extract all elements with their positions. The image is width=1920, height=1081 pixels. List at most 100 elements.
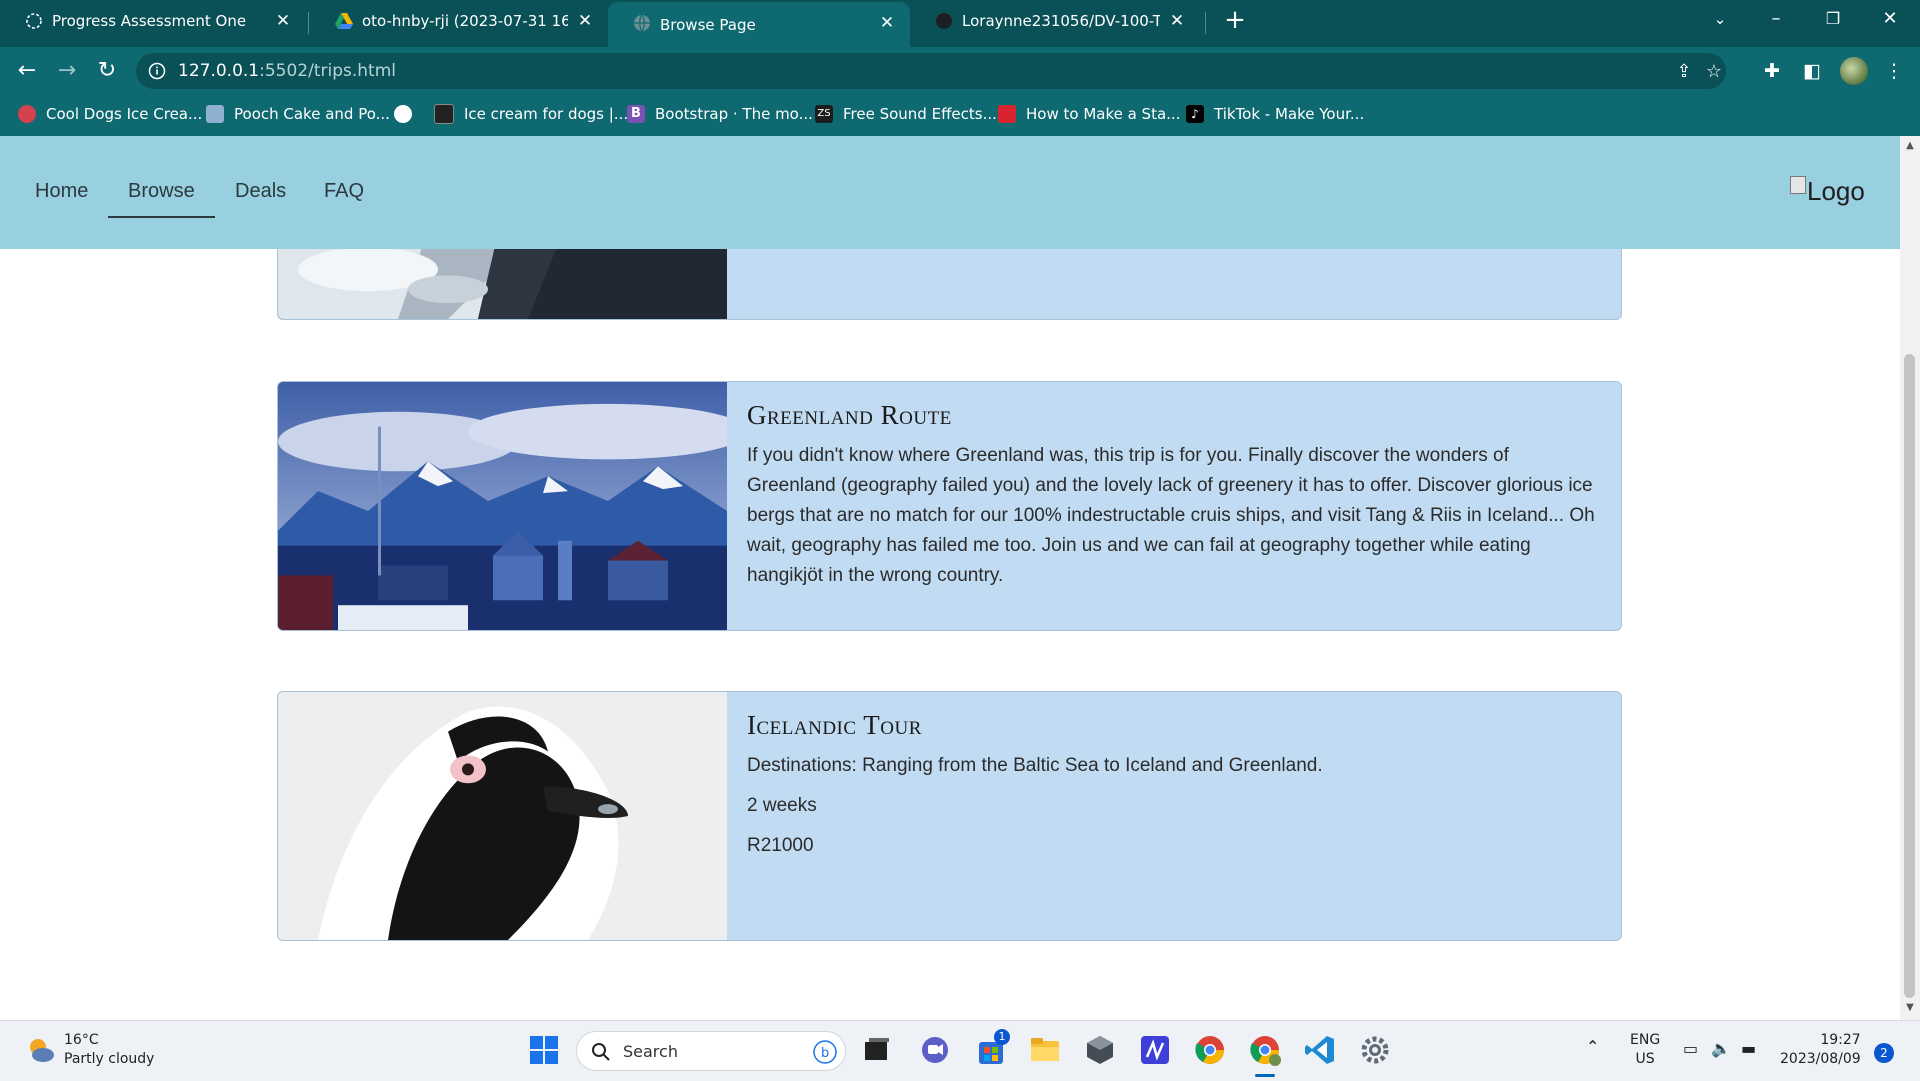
tab-title: Browse Page [660,15,756,34]
bookmark-favicon-icon [434,104,454,124]
site-info-icon[interactable] [148,62,166,80]
taskbar-search[interactable]: Search b [576,1031,846,1071]
clock[interactable]: 19:27 2023/08/09 [1780,1031,1861,1069]
vscode-icon[interactable] [1303,1033,1337,1067]
clock-date: 2023/08/09 [1780,1051,1861,1067]
notification-badge[interactable]: 2 [1874,1043,1894,1063]
trip-price: R21000 [747,835,814,856]
chrome-icon[interactable] [1193,1033,1227,1067]
menu-kebab-icon[interactable]: ⋮ [1882,59,1906,83]
scroll-up-arrow-icon[interactable]: ▲ [1904,140,1916,151]
extensions-puzzle-icon[interactable]: ✚ [1760,59,1784,83]
forward-arrow-icon[interactable]: → [52,56,82,86]
network-icon[interactable]: ▭ [1683,1039,1698,1058]
scrollbar-thumb[interactable] [1904,354,1915,998]
trip-card-body: Icelandic Tour Destinations: Ranging fro… [747,710,1597,871]
new-tab-button[interactable]: + [1221,6,1249,34]
trip-image-penguin [278,692,727,940]
tab-progress-assessment[interactable]: Progress Assessment One ✕ [0,0,306,42]
trip-duration: 2 weeks [747,795,817,816]
file-explorer-icon[interactable] [1028,1033,1062,1067]
bookmark-how-to-make[interactable]: How to Make a Sta... [998,103,1180,125]
nav-home[interactable]: Home [35,180,88,203]
chrome-profile-icon[interactable] [1248,1033,1282,1067]
partly-cloudy-icon[interactable] [26,1035,56,1065]
trip-image-greenland [278,382,727,630]
tab-github-repo[interactable]: Loraynne231056/DV-100-Term-3 ✕ [910,0,1200,42]
nav-browse[interactable]: Browse [128,180,195,203]
logo-alt-text: Logo [1807,176,1865,206]
bookmark-cool-dogs[interactable]: Cool Dogs Ice Crea... [18,103,202,125]
nav-faq[interactable]: FAQ [324,180,364,203]
language-indicator[interactable]: ENG US [1630,1031,1660,1069]
browser-toolbar: ← → ↻ 127.0.0.1:5502/trips.html ⇪ ☆ ✚ ◧ … [0,47,1920,93]
bookmark-star-icon[interactable]: ☆ [1703,61,1725,83]
bootstrap-icon: B [627,105,645,123]
tiktok-icon: ♪ [1186,105,1204,123]
weather-desc: Partly cloudy [64,1051,155,1067]
logo[interactable]: Logo [1790,176,1865,207]
loading-spinner-icon [26,13,42,29]
scroll-down-arrow-icon[interactable]: ▼ [1904,1002,1916,1013]
clock-time: 19:27 [1820,1032,1861,1048]
teams-chat-icon[interactable] [918,1033,952,1067]
trip-card: Greenland Route If you didn't know where… [277,381,1622,631]
close-tab-icon[interactable]: ✕ [1166,10,1188,32]
bookmark-pooch-cake[interactable]: Pooch Cake and Po... [206,103,390,125]
task-view-icon[interactable] [860,1033,894,1067]
show-hidden-icons-chevron-icon[interactable]: ⌃ [1586,1037,1599,1056]
address-bar[interactable]: 127.0.0.1:5502/trips.html ⇪ ☆ [136,53,1726,89]
windows-start-icon[interactable] [527,1033,561,1067]
minimize-window-button[interactable]: – [1756,4,1796,34]
bookmark-globe[interactable] [394,103,422,125]
close-tab-icon[interactable]: ✕ [876,12,898,34]
bookmark-label: How to Make a Sta... [1026,105,1181,123]
bookmark-favicon-icon [206,105,224,123]
url-path: :5502/trips.html [259,61,396,81]
url-text: 127.0.0.1:5502/trips.html [178,61,396,81]
share-icon[interactable]: ⇪ [1673,61,1695,83]
volume-icon[interactable]: 🔈 [1711,1039,1731,1058]
bookmark-label: Bootstrap · The mo... [655,105,813,123]
google-drive-icon [335,13,353,29]
bookmark-tiktok[interactable]: ♪ TikTok - Make Your... [1186,103,1364,125]
close-tab-icon[interactable]: ✕ [272,10,294,32]
settings-gear-icon[interactable] [1358,1033,1392,1067]
bookmark-label: Ice cream for dogs |... [464,105,629,123]
trip-description: If you didn't know where Greenland was, … [747,445,1595,586]
close-window-button[interactable]: ✕ [1870,4,1910,34]
bookmarks-bar: Cool Dogs Ice Crea... Pooch Cake and Po.… [0,93,1920,136]
microsoft-store-app[interactable]: 1 [974,1029,1010,1067]
bookmark-ice-cream-dogs[interactable]: Ice cream for dogs |... [434,103,628,125]
bookmark-bootstrap[interactable]: B Bootstrap · The mo... [627,103,813,125]
side-panel-icon[interactable]: ◧ [1800,59,1824,83]
nav-deals[interactable]: Deals [235,180,286,203]
bookmark-favicon-icon [18,105,36,123]
restore-window-button[interactable]: ❐ [1813,4,1853,34]
unity-cube-icon[interactable] [1083,1033,1117,1067]
globe-icon [394,105,412,123]
battery-icon[interactable]: ▬ [1741,1039,1756,1058]
bookmark-sound-effects[interactable]: ZS Free Sound Effects... [815,103,997,125]
trip-title: Icelandic Tour [747,710,922,740]
photo-editor-icon[interactable] [1138,1033,1172,1067]
tab-google-drive[interactable]: oto-hnby-rji (2023-07-31 16:08 G ✕ [310,0,608,42]
tab-divider [1205,12,1206,34]
reload-icon[interactable]: ↻ [92,56,122,86]
page-scrollbar[interactable]: ▲ ▼ [1900,136,1920,1020]
trip-title: Greenland Route [747,400,952,430]
bookmark-label: Cool Dogs Ice Crea... [46,105,203,123]
weather-widget[interactable]: 16°C Partly cloudy [64,1031,154,1069]
store-badge: 1 [994,1029,1010,1045]
tab-browse-page[interactable]: Browse Page ✕ [608,2,910,47]
back-arrow-icon[interactable]: ← [12,56,42,86]
search-label: Search [623,1042,678,1061]
bookmark-label: TikTok - Make Your... [1214,105,1365,123]
bing-icon: b [813,1040,837,1064]
tab-title: Loraynne231056/DV-100-Term-3 [962,12,1160,30]
language: ENG [1630,1032,1661,1048]
profile-avatar[interactable] [1840,57,1868,85]
close-tab-icon[interactable]: ✕ [574,10,596,32]
trip-card-body: Greenland Route If you didn't know where… [747,400,1597,591]
tab-search-chevron-icon[interactable]: ⌄ [1700,4,1740,34]
